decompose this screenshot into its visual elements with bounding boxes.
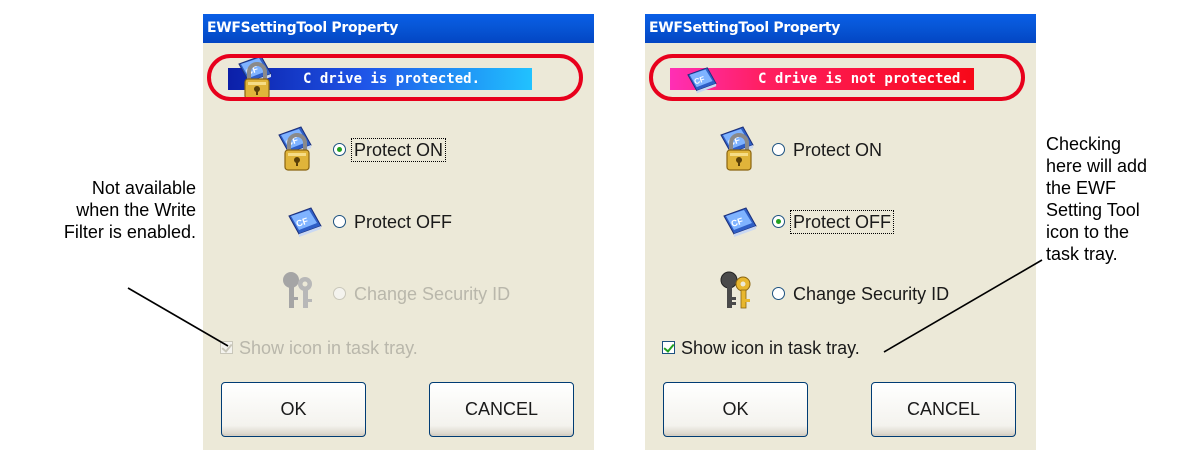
callout-lines (127, 259, 1043, 353)
callout-line-left (127, 287, 229, 347)
callout-line-right (883, 259, 1043, 353)
